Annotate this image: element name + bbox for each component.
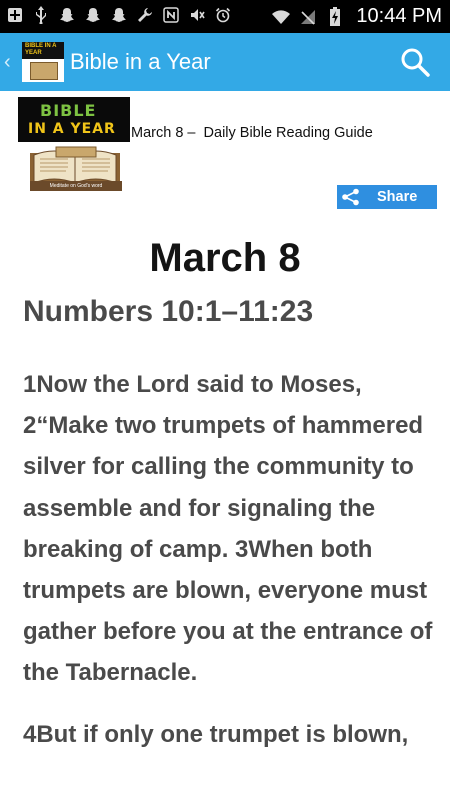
bible-in-a-year-banner-logo: BIBLE IN A YEAR	[18, 97, 130, 142]
no-sim-icon	[298, 7, 318, 27]
action-bar: ‹ BIBLE IN A YEAR Bible in a Year	[0, 33, 450, 91]
alarm-icon	[214, 5, 232, 25]
share-icon	[337, 185, 365, 209]
banner-logo-line1: BIBLE	[40, 101, 97, 120]
book-icon	[30, 62, 58, 80]
app-title[interactable]: Bible in a Year	[70, 49, 211, 75]
daily-guide-title[interactable]: March 8 – Daily Bible Reading Guide	[131, 125, 373, 141]
search-button[interactable]	[398, 45, 432, 79]
nfc-icon	[162, 5, 180, 25]
banner-logo-line2: IN A YEAR	[28, 121, 116, 137]
scripture-reference: Numbers 10:1–11:23	[23, 295, 314, 328]
mute-icon	[188, 5, 206, 25]
add-icon	[6, 5, 24, 25]
usb-icon	[32, 5, 50, 25]
share-button[interactable]: Share	[337, 185, 437, 209]
article-content[interactable]: BIBLE IN A YEAR March 8 – Daily Bible Re…	[0, 91, 450, 800]
share-label: Share	[377, 189, 418, 205]
reading-date-heading: March 8	[149, 236, 301, 280]
app-logo[interactable]: BIBLE IN A YEAR	[22, 42, 64, 82]
scripture-passage: 1Now the Lord said to Moses, 2“Make two …	[23, 364, 443, 755]
search-icon	[401, 48, 430, 77]
snapchat-icon	[84, 5, 102, 25]
back-chevron-icon[interactable]: ‹	[4, 50, 16, 74]
snapchat-icon	[110, 5, 128, 25]
app-logo-text: BIBLE IN A YEAR	[25, 43, 57, 56]
battery-charging-icon	[325, 6, 345, 27]
snapchat-icon	[58, 5, 76, 25]
system-icons: 10:44 PM	[271, 5, 442, 28]
clock: 10:44 PM	[356, 5, 442, 27]
wifi-icon	[271, 7, 291, 27]
passage-paragraph: 4But if only one trumpet is blown,	[23, 720, 409, 748]
passage-paragraph: 1Now the Lord said to Moses, 2“Make two …	[23, 371, 433, 687]
notification-icons	[6, 5, 232, 25]
status-bar: 10:44 PM	[0, 0, 450, 33]
wrench-icon	[136, 5, 154, 25]
bible-image-caption: Meditate on God's word	[30, 181, 122, 191]
